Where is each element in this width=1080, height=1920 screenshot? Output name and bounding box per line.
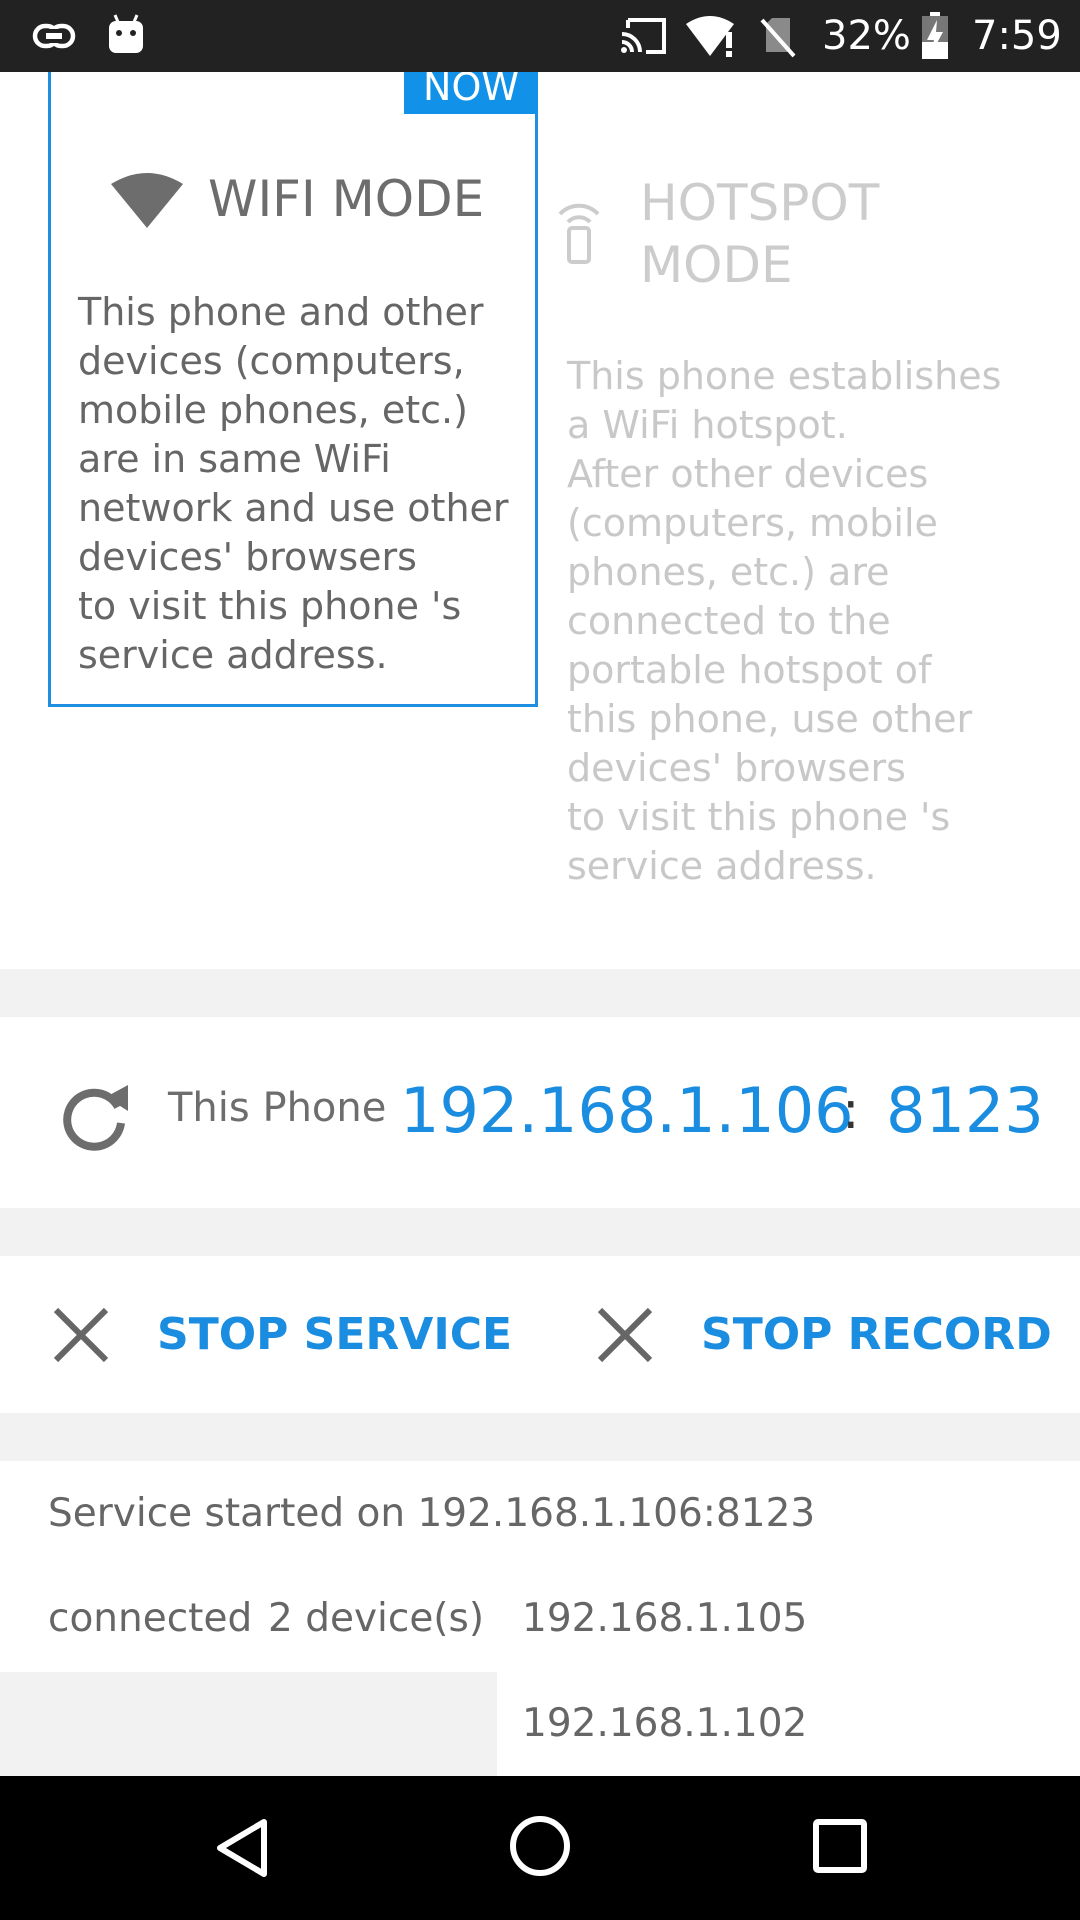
- stop-record-label: STOP RECORD: [701, 1309, 1052, 1360]
- back-icon[interactable]: [212, 1816, 272, 1884]
- divider: [0, 1208, 1080, 1256]
- wifi-alert-icon: [684, 12, 740, 62]
- this-phone-label: This Phone: [168, 1085, 387, 1131]
- refresh-icon[interactable]: [58, 1077, 134, 1157]
- link-icon: [32, 18, 76, 58]
- service-started-message: Service started on 192.168.1.106:8123: [48, 1491, 816, 1536]
- wifi-icon: [111, 172, 183, 232]
- close-icon: [50, 1304, 112, 1370]
- divider: [0, 969, 1080, 1017]
- action-bar: STOP SERVICE STOP RECORD: [0, 1256, 1080, 1413]
- hotspot-icon: [554, 196, 604, 268]
- wifi-mode-title: WIFI MODE: [208, 170, 485, 228]
- cast-icon: [618, 16, 670, 60]
- stop-record-button[interactable]: STOP RECORD: [570, 1256, 1070, 1413]
- wifi-mode-description: This phone and other devices (computers,…: [78, 290, 509, 677]
- hotspot-mode-description: This phone establishes a WiFi hotspot. A…: [567, 354, 1002, 888]
- screen: 32% 7:59 NOW WIFI MODE This phone and ot…: [0, 0, 1080, 1920]
- recents-icon[interactable]: [812, 1818, 868, 1878]
- port-number: 8123: [886, 1074, 1044, 1147]
- close-icon: [594, 1304, 656, 1370]
- divider: [0, 1413, 1080, 1461]
- connected-label: connected: [48, 1596, 253, 1641]
- now-badge: NOW: [404, 72, 538, 114]
- address-row: This Phone 192.168.1.106 : 8123: [0, 1017, 1080, 1208]
- ip-separator: :: [842, 1081, 860, 1141]
- clock: 7:59: [972, 13, 1062, 59]
- stop-service-button[interactable]: STOP SERVICE: [30, 1256, 513, 1413]
- hotspot-mode-title: HOTSPOT MODE: [640, 174, 880, 294]
- battery-percent: 32%: [822, 13, 911, 59]
- log-spacer: [0, 1672, 497, 1776]
- device-ip-2: 192.168.1.102: [522, 1701, 808, 1746]
- mode-selector: NOW WIFI MODE This phone and other devic…: [0, 72, 1080, 969]
- battery-charging-icon: [921, 12, 949, 64]
- wifi-mode-card[interactable]: NOW WIFI MODE This phone and other devic…: [48, 72, 538, 707]
- no-sim-icon: [758, 14, 798, 62]
- status-bar: 32% 7:59: [0, 0, 1080, 72]
- device-count: 2 device(s): [268, 1596, 485, 1641]
- home-icon[interactable]: [508, 1814, 572, 1882]
- navigation-bar: [0, 1776, 1080, 1920]
- stop-service-label: STOP SERVICE: [157, 1309, 513, 1360]
- android-icon: [106, 12, 146, 60]
- device-ip-1: 192.168.1.105: [522, 1596, 808, 1641]
- ip-address: 192.168.1.106: [400, 1074, 854, 1147]
- service-log: Service started on 192.168.1.106:8123 co…: [0, 1461, 1080, 1776]
